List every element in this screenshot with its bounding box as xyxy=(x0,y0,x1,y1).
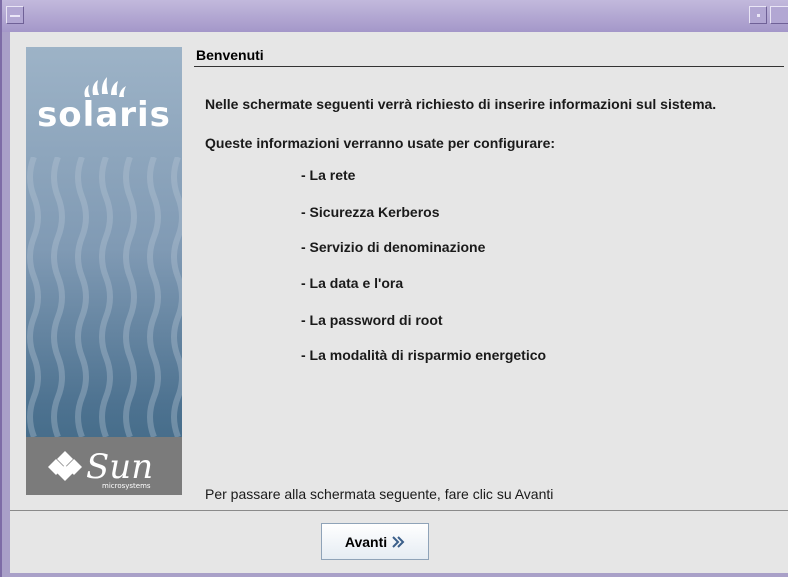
dialog-content: solaris Sun microsystems Benvenuti Nelle… xyxy=(10,32,788,573)
maximize-button[interactable] xyxy=(770,6,788,24)
sun-logo-text: Sun xyxy=(86,447,154,487)
page-title: Benvenuti xyxy=(194,47,784,67)
subtitle-text: Queste informazioni verranno usate per c… xyxy=(205,135,556,151)
list-item: - Servizio di denominazione xyxy=(301,239,486,255)
list-item: - Sicurezza Kerberos xyxy=(301,204,440,220)
sun-diamond-icon xyxy=(48,451,82,481)
list-item: - La data e l'ora xyxy=(301,275,404,291)
list-item: - La password di root xyxy=(301,312,443,328)
next-button[interactable]: Avanti xyxy=(321,523,429,560)
window-menu-button[interactable] xyxy=(6,6,24,24)
footer-instruction: Per passare alla schermata seguente, far… xyxy=(205,486,554,502)
welcome-panel: Benvenuti xyxy=(194,47,784,67)
list-item: - La modalità di risparmio energetico xyxy=(301,347,547,363)
solaris-sidebar-image: solaris Sun microsystems xyxy=(26,47,182,495)
minimize-button[interactable] xyxy=(749,6,767,24)
solaris-logo: solaris xyxy=(37,95,171,135)
next-button-label: Avanti xyxy=(344,533,388,550)
microsystems-text: microsystems xyxy=(102,482,151,490)
intro-text: Nelle schermate seguenti verrà richiesto… xyxy=(205,96,717,112)
decorative-pattern xyxy=(27,157,182,437)
list-item: - La rete xyxy=(301,167,356,183)
sun-microsystems-logo: Sun microsystems xyxy=(26,437,182,495)
separator xyxy=(10,510,788,511)
installer-window: solaris Sun microsystems Benvenuti Nelle… xyxy=(0,0,788,577)
double-chevron-right-icon xyxy=(392,535,405,548)
title-bar xyxy=(2,0,788,32)
